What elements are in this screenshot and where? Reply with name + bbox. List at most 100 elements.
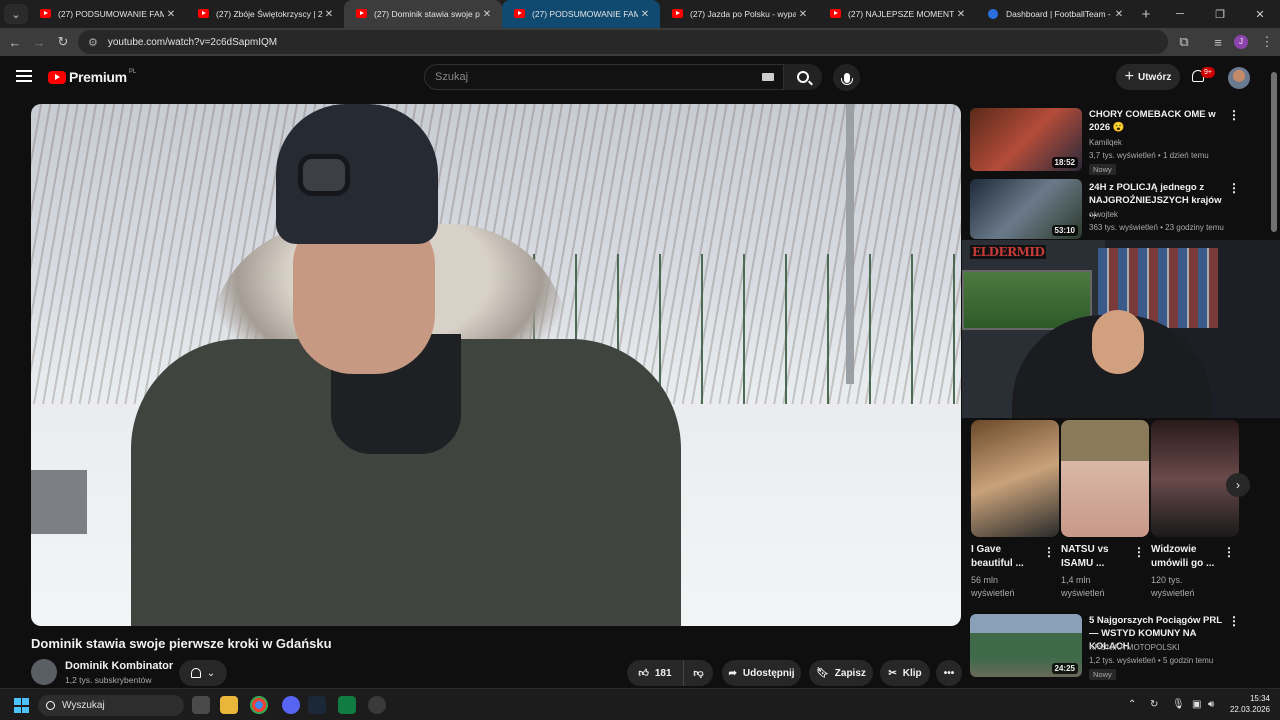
short-title[interactable]: Widzowie umówili go ... [1151, 543, 1223, 571]
more-vertical-icon[interactable]: ⋮ [1228, 108, 1240, 122]
tray-network-icon[interactable]: ▣ [1192, 699, 1201, 710]
channel-name[interactable]: Dominik Kombinator [65, 660, 173, 672]
tab-close-icon[interactable]: ✕ [1112, 9, 1126, 20]
media-controls-icon[interactable]: ≡ [1206, 30, 1230, 54]
tray-microphone-icon[interactable]: 🎙︎ [1172, 699, 1185, 710]
clip-button[interactable]: ✂ Klip [880, 660, 930, 686]
reload-icon[interactable]: ↻ [51, 30, 75, 54]
more-vertical-icon[interactable]: ⋮ [1228, 181, 1240, 195]
save-button[interactable]: 🔖︎ Zapisz [809, 660, 873, 686]
more-vertical-icon[interactable]: ⋮ [1223, 545, 1235, 559]
recommendation-channel[interactable]: KRONIKA MOTOPOLSKI [1089, 643, 1180, 652]
task-view-icon[interactable] [192, 696, 210, 714]
close-window-icon[interactable]: ✕ [1240, 0, 1280, 28]
clock-date: 22.03.2026 [1229, 705, 1270, 714]
tab-close-icon[interactable]: ✕ [796, 9, 810, 20]
site-info-icon[interactable]: ⚙ [88, 36, 98, 49]
short-thumbnail[interactable] [971, 420, 1059, 537]
steam-icon[interactable] [308, 696, 326, 714]
short-views-count: 56 mln [971, 575, 999, 585]
subscription-bell-button[interactable]: ⌄ [179, 660, 227, 686]
dislike-button[interactable]: 👎︎ [683, 660, 713, 686]
channel-avatar[interactable] [31, 659, 57, 685]
share-arrow-icon: ➦ [728, 667, 737, 679]
video-frame-pole [846, 104, 854, 384]
video-thumbnail[interactable]: 18:52 [970, 108, 1082, 171]
tab-title: (27) PODSUMOWANIE FAME 30 [532, 9, 638, 19]
short-thumbnail[interactable] [1151, 420, 1239, 537]
notifications-badge: 9+ [1201, 67, 1215, 78]
create-button[interactable]: + Utwórz [1116, 64, 1180, 90]
scissors-icon: ✂ [888, 667, 897, 679]
extensions-icon[interactable]: ⧉ [1172, 30, 1196, 54]
excel-icon[interactable] [338, 696, 356, 714]
short-thumbnail[interactable] [1061, 420, 1149, 537]
browser-tab[interactable]: (27) PODSUMOWANIE FAME 30✕ [28, 0, 186, 28]
browser-tab[interactable]: (27) Jazda po Polsku - wypadki✕ [660, 0, 818, 28]
tray-volume-icon[interactable]: 🔊︎ [1208, 699, 1214, 710]
chevron-right-icon[interactable]: › [1226, 473, 1250, 497]
browser-tab-active[interactable]: (27) Dominik stawia swoje pierw✕ [344, 0, 502, 28]
scrollbar-thumb[interactable] [1271, 72, 1277, 232]
like-button[interactable]: 👍︎ 181 [627, 660, 683, 686]
tab-close-icon[interactable]: ✕ [164, 9, 178, 20]
tab-close-icon[interactable]: ✕ [638, 9, 652, 20]
chrome-icon[interactable] [250, 696, 268, 714]
recommendation-title[interactable]: CHORY COMEBACK OME w 2026 😮 [1089, 108, 1225, 134]
tray-chevron-up-icon[interactable]: ⌃ [1128, 699, 1136, 710]
more-vertical-icon[interactable]: ⋮ [1043, 545, 1055, 559]
new-tab-button[interactable]: + [1134, 6, 1158, 23]
short-title[interactable]: I Gave beautiful ... [971, 543, 1043, 571]
search-input[interactable]: Szukaj [424, 64, 784, 90]
account-avatar[interactable] [1228, 67, 1250, 89]
share-button[interactable]: ➦ Udostępnij [722, 660, 801, 686]
file-explorer-icon[interactable] [220, 696, 238, 714]
video-thumbnail[interactable]: 24:25 [970, 614, 1082, 677]
minimize-icon[interactable]: ─ [1160, 0, 1200, 28]
page-scrollbar[interactable] [1271, 62, 1277, 684]
tab-search-menu-button[interactable]: ⌄ [4, 4, 28, 24]
tray-sync-icon[interactable]: ↻ [1150, 699, 1158, 710]
obs-icon[interactable] [368, 696, 386, 714]
recommendation-channel[interactable]: Kamilqek [1089, 138, 1122, 147]
taskbar-clock[interactable]: 15:34 22.03.2026 [1228, 693, 1270, 715]
browser-tab[interactable]: (27) Zbóje Świętokrzyscy | 20 Sz✕ [186, 0, 344, 28]
short-views-unit: wyświetleń [1151, 588, 1195, 598]
voice-search-button[interactable] [833, 64, 860, 91]
profile-avatar[interactable]: J [1234, 35, 1248, 49]
video-thumbnail[interactable]: 53:10 [970, 179, 1082, 239]
youtube-logo[interactable]: Premium PL [48, 69, 136, 85]
tab-close-icon[interactable]: ✕ [322, 9, 336, 20]
taskbar-search[interactable]: Wyszukaj [38, 695, 184, 716]
logo-region: PL [128, 69, 137, 75]
thumbs-down-icon: 👎︎ [693, 668, 704, 679]
forward-arrow-icon[interactable]: → [27, 30, 51, 54]
tab-title: (27) Zbóje Świętokrzyscy | 20 Sz [216, 9, 322, 19]
tab-close-icon[interactable]: ✕ [954, 9, 968, 20]
headlamp [298, 154, 350, 196]
back-arrow-icon[interactable]: ← [3, 30, 27, 54]
windows-start-icon[interactable] [14, 698, 29, 713]
search-button[interactable] [784, 64, 822, 90]
recommendation-channel[interactable]: ojwojtek [1089, 210, 1118, 219]
address-bar[interactable]: ⚙ youtube.com/watch?v=2c6dSapmIQM [78, 30, 1168, 54]
recommendation-item[interactable]: 53:10 24H z POLICJĄ jednego z NAJGROŹNIE… [970, 179, 1270, 241]
more-vertical-icon[interactable]: ⋮ [1133, 545, 1145, 559]
recommendation-item[interactable]: 24:25 5 Najgorszych Pociągów PRL — WSTYD… [970, 614, 1270, 682]
short-title[interactable]: NATSU vs ISAMU ... [1061, 543, 1133, 571]
search-placeholder: Szukaj [435, 71, 469, 83]
discord-icon[interactable] [282, 696, 300, 714]
tab-close-icon[interactable]: ✕ [480, 9, 494, 20]
recommendation-item[interactable]: 18:52 CHORY COMEBACK OME w 2026 😮 Kamilq… [970, 108, 1270, 175]
more-actions-button[interactable]: ••• [936, 660, 962, 686]
hamburger-menu-icon[interactable] [16, 70, 32, 82]
browser-tab-highlighted[interactable]: (27) PODSUMOWANIE FAME 30✕ [502, 0, 660, 28]
more-vertical-icon[interactable]: ⋮ [1228, 614, 1240, 628]
browser-tab[interactable]: (27) NAJLEPSZE MOMENTY PO✕ [818, 0, 976, 28]
youtube-favicon-icon [830, 9, 841, 18]
restore-icon[interactable]: ❐ [1200, 0, 1240, 28]
keyboard-icon[interactable] [762, 73, 774, 81]
video-player[interactable] [31, 104, 961, 626]
kebab-menu-icon[interactable]: ⋮ [1255, 30, 1279, 54]
browser-tab[interactable]: Dashboard | FootballTeam - On✕ [976, 0, 1134, 28]
